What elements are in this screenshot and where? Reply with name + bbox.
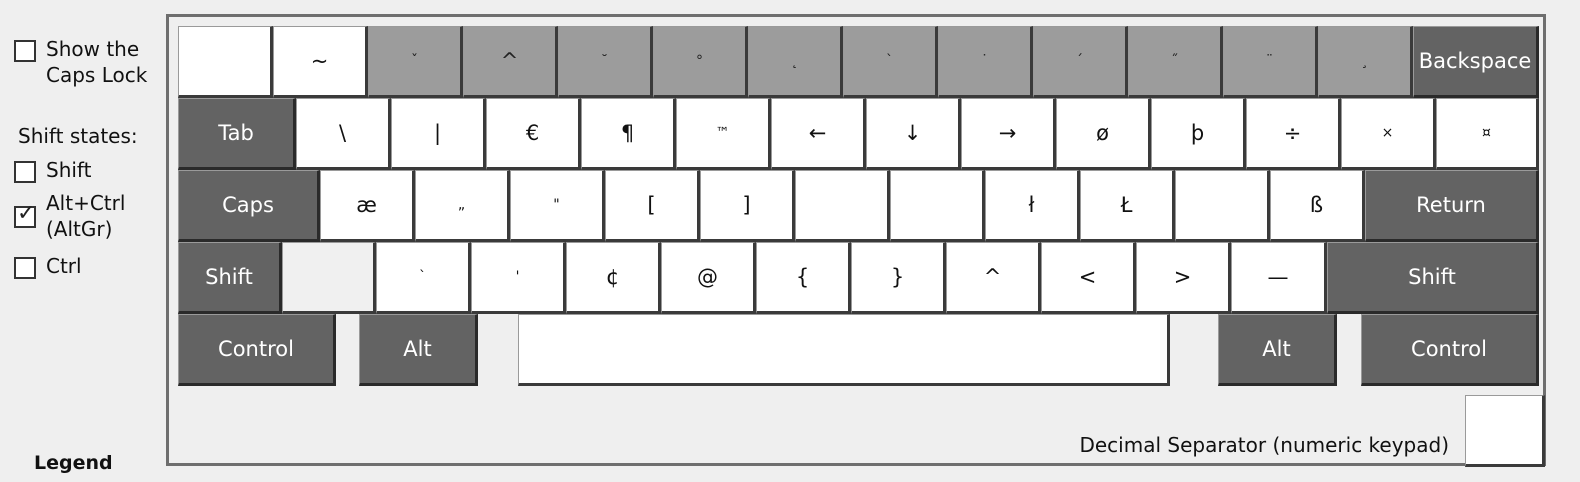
key-v[interactable]: @ <box>661 242 756 314</box>
key-e[interactable]: € <box>486 98 581 170</box>
left-alt-key[interactable]: Alt <box>359 314 478 386</box>
key-r[interactable]: ¶ <box>581 98 676 170</box>
key-minus[interactable]: ¨ <box>1223 26 1318 98</box>
key-k[interactable]: ł <box>985 170 1080 242</box>
key-quote[interactable]: ß <box>1270 170 1365 242</box>
key-b[interactable]: { <box>756 242 851 314</box>
key-u[interactable]: ↓ <box>866 98 961 170</box>
shift-option[interactable]: Shift <box>14 157 91 183</box>
decimal-separator-label: Decimal Separator (numeric keypad) <box>1079 433 1449 457</box>
key-j[interactable] <box>890 170 985 242</box>
key-q[interactable]: \ <box>296 98 391 170</box>
show-caps-lock-option[interactable]: Show the Caps Lock <box>14 36 147 88</box>
key-p[interactable]: þ <box>1151 98 1246 170</box>
ctrl-option[interactable]: Ctrl <box>14 253 82 279</box>
key-w[interactable]: | <box>391 98 486 170</box>
options-sidebar: Show the Caps Lock Shift states: Shift ✓… <box>0 0 165 482</box>
key-n[interactable]: } <box>851 242 946 314</box>
left-shift-key[interactable]: Shift <box>178 242 282 314</box>
key-lbracket[interactable]: ÷ <box>1246 98 1341 170</box>
key-x[interactable]: ' <box>471 242 566 314</box>
key-slash[interactable]: — <box>1231 242 1327 314</box>
caps-key[interactable]: Caps <box>178 170 320 242</box>
right-alt-key[interactable]: Alt <box>1218 314 1337 386</box>
key-5[interactable]: ° <box>653 26 748 98</box>
altgr-label: Alt+Ctrl (AltGr) <box>46 191 126 241</box>
key-l[interactable]: Ł <box>1080 170 1175 242</box>
key-9[interactable]: ´ <box>1033 26 1128 98</box>
key-i[interactable]: → <box>961 98 1056 170</box>
shift-checkbox[interactable] <box>14 161 36 183</box>
key-f[interactable]: [ <box>605 170 700 242</box>
key-o[interactable]: ø <box>1056 98 1151 170</box>
key-8[interactable]: ˙ <box>938 26 1033 98</box>
key-a[interactable]: æ <box>320 170 415 242</box>
key-y[interactable]: ← <box>771 98 866 170</box>
checkmark-icon: ✓ <box>17 201 36 226</box>
key-period[interactable]: > <box>1136 242 1231 314</box>
key-m[interactable]: ^ <box>946 242 1041 314</box>
space-key[interactable] <box>518 314 1170 386</box>
key-rbracket[interactable]: × <box>1341 98 1436 170</box>
right-control-key[interactable]: Control <box>1361 314 1539 386</box>
show-caps-lock-checkbox[interactable] <box>14 40 36 62</box>
decimal-separator-key[interactable] <box>1465 395 1545 467</box>
key-oem3[interactable] <box>178 26 273 98</box>
backspace-key[interactable]: Backspace <box>1413 26 1539 98</box>
key-h[interactable] <box>795 170 890 242</box>
ctrl-label: Ctrl <box>46 254 82 278</box>
ctrl-checkbox[interactable] <box>14 257 36 279</box>
key-backslash[interactable]: ¤ <box>1436 98 1539 170</box>
key-7[interactable]: ` <box>843 26 938 98</box>
key-c[interactable]: ¢ <box>566 242 661 314</box>
key-g[interactable]: ] <box>700 170 795 242</box>
return-key[interactable]: Return <box>1365 170 1539 242</box>
key-equals[interactable]: ¸ <box>1318 26 1413 98</box>
key-comma[interactable]: < <box>1041 242 1136 314</box>
key-6[interactable]: ˛ <box>748 26 843 98</box>
left-control-key[interactable]: Control <box>178 314 336 386</box>
key-s[interactable]: „ <box>415 170 510 242</box>
key-1[interactable]: ~ <box>273 26 368 98</box>
key-4[interactable]: ˘ <box>558 26 653 98</box>
key-t[interactable]: ™ <box>676 98 771 170</box>
key-0[interactable]: ˝ <box>1128 26 1223 98</box>
keyboard-panel: ~ ˇ ^ ˘ ° ˛ ` ˙ ´ ˝ ¨ ¸ Backspace Tab \ … <box>166 14 1546 467</box>
key-oem102[interactable] <box>282 242 376 314</box>
key-z[interactable]: ` <box>376 242 471 314</box>
altgr-option[interactable]: ✓ Alt+Ctrl (AltGr) <box>14 190 125 242</box>
shift-label: Shift <box>46 158 92 182</box>
show-caps-lock-label: Show the Caps Lock <box>46 37 148 87</box>
altgr-checkbox[interactable]: ✓ <box>14 201 36 228</box>
legend-title: Legend <box>34 452 113 474</box>
key-3[interactable]: ^ <box>463 26 558 98</box>
shift-states-title: Shift states: <box>18 124 138 148</box>
key-2[interactable]: ˇ <box>368 26 463 98</box>
key-semicolon[interactable] <box>1175 170 1270 242</box>
tab-key[interactable]: Tab <box>178 98 296 170</box>
right-shift-key[interactable]: Shift <box>1327 242 1539 314</box>
key-d[interactable]: " <box>510 170 605 242</box>
